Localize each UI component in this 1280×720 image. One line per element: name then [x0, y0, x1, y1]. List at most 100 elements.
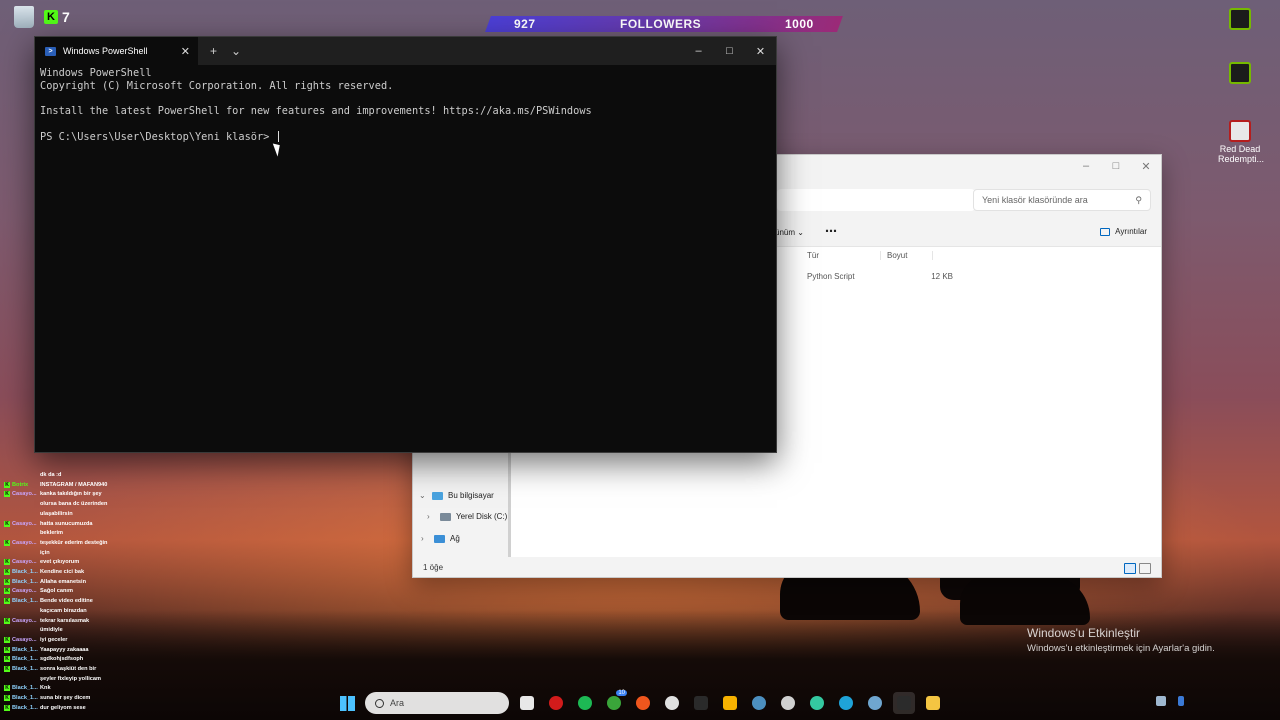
- navigation-pane[interactable]: ⌄ Bu bilgisayar › Yerel Disk (C:) › Ağ: [413, 443, 511, 557]
- minimize-button[interactable]: –: [1071, 155, 1101, 177]
- taskbar-app[interactable]: [719, 692, 741, 714]
- desktop-icon-geforce[interactable]: [1218, 62, 1262, 87]
- chat-text: hatta sunucumuzda: [40, 520, 93, 527]
- taskbar-app[interactable]: 10: [603, 690, 627, 714]
- maximize-button[interactable]: □: [1101, 155, 1131, 177]
- terminal-line: Copyright (C) Microsoft Corporation. All…: [40, 79, 394, 92]
- chat-message: dk da :d: [4, 471, 144, 481]
- tiles-view-button[interactable]: [1139, 563, 1151, 574]
- chat-username: Casayo...: [12, 491, 37, 498]
- taskbar-app[interactable]: [835, 692, 857, 714]
- followers-label: FOLLOWERS: [619, 17, 701, 31]
- chat-message: K Casayo... iyi geceler: [4, 636, 144, 646]
- nav-item-network[interactable]: › Ağ: [421, 534, 460, 543]
- xbox-icon: [607, 696, 621, 710]
- taskbar-app[interactable]: [748, 692, 770, 714]
- taskbar-app[interactable]: [777, 692, 799, 714]
- taskbar-app[interactable]: [574, 692, 596, 714]
- kick-badge-icon: K: [4, 636, 10, 643]
- taskbar-app[interactable]: [516, 692, 538, 714]
- new-tab-icon[interactable]: +: [210, 44, 217, 58]
- kick-badge-icon: K: [4, 539, 10, 546]
- mic-tray-icon[interactable]: [1178, 696, 1184, 706]
- steam-alt-icon: [868, 696, 882, 710]
- desktop-icon-nvidia[interactable]: [1218, 8, 1262, 33]
- taskbar-app[interactable]: [893, 692, 915, 714]
- kick-badge-icon: K: [4, 598, 10, 605]
- chevron-down-icon[interactable]: ⌄: [419, 491, 427, 500]
- tab-powershell[interactable]: > Windows PowerShell ✕: [35, 37, 198, 65]
- network-tray-icon[interactable]: [1156, 696, 1166, 706]
- taskbar-search-input[interactable]: Ara: [365, 692, 509, 714]
- maximize-button[interactable]: □: [714, 37, 745, 65]
- details-pane-button[interactable]: Ayrıntılar: [1100, 227, 1147, 236]
- kick-icon: K: [44, 10, 58, 24]
- details-view-button[interactable]: [1124, 563, 1136, 574]
- geforce-icon: [1229, 62, 1251, 84]
- chat-text: Kendine cici bak: [40, 569, 85, 576]
- taskbar-app[interactable]: [864, 692, 886, 714]
- folder-icon: [926, 696, 940, 710]
- steam-icon: [752, 696, 766, 710]
- chat-message: ümidiyle: [4, 626, 144, 636]
- powershell-window[interactable]: > Windows PowerShell ✕ + ⌄ – □ ✕ Windows…: [34, 36, 777, 453]
- nav-item-this-pc[interactable]: ⌄ Bu bilgisayar: [419, 491, 494, 500]
- more-options-button[interactable]: ⋯: [825, 224, 837, 238]
- nvidia-icon: [1229, 8, 1251, 30]
- file-list-empty-area[interactable]: [511, 443, 1161, 557]
- kick-badge-icon: K: [4, 520, 10, 527]
- nav-item-local-disk[interactable]: › Yerel Disk (C:): [427, 512, 507, 521]
- terminal-titlebar[interactable]: > Windows PowerShell ✕ + ⌄ – □ ✕: [35, 37, 776, 65]
- kick-badge-icon: K: [4, 491, 10, 498]
- chat-message: K Black_1... Bende video editine: [4, 597, 144, 607]
- chat-indent: [4, 529, 10, 539]
- address-bar[interactable]: [777, 189, 975, 211]
- taskbar-search-placeholder: Ara: [390, 698, 405, 708]
- chat-message: olursa bana dc üzerinden: [4, 500, 144, 510]
- chevron-right-icon[interactable]: ›: [427, 512, 435, 521]
- column-header-type[interactable]: Tür: [801, 251, 881, 260]
- desktop-icon-red-dead[interactable]: Red Dead Redempti...: [1218, 120, 1264, 165]
- taskbar-app[interactable]: [690, 692, 712, 714]
- chat-username: Casayo...: [12, 559, 37, 566]
- terminal-prompt[interactable]: PS C:\Users\User\Desktop\Yeni klasör>: [40, 130, 771, 144]
- followers-current: 927: [514, 17, 536, 31]
- terminal-line: ​: [40, 92, 771, 105]
- chat-message: K Black_1... Kendine cici bak: [4, 568, 144, 578]
- chat-message: ulaşabilirsin: [4, 510, 144, 520]
- kick-viewer-count: 7: [62, 9, 70, 25]
- start-button[interactable]: [336, 692, 358, 714]
- taskbar-app[interactable]: [632, 692, 654, 714]
- chevron-down-icon: ⌄: [797, 228, 804, 237]
- close-button[interactable]: ✕: [1131, 155, 1161, 177]
- column-header-size[interactable]: Boyut: [881, 251, 933, 260]
- chat-username: [12, 626, 38, 636]
- view-menu-button[interactable]: ünüm ⌄: [775, 228, 804, 237]
- terminal-output[interactable]: Windows PowerShell Copyright (C) Microsof…: [40, 67, 771, 447]
- watermark-subtitle: Windows'u etkinleştirmek için Ayarlar'a …: [1027, 643, 1215, 654]
- taskbar-app[interactable]: [661, 692, 683, 714]
- terminal-line: Windows PowerShell: [40, 67, 152, 79]
- chevron-right-icon[interactable]: ›: [421, 534, 429, 543]
- chat-text: ümidiyle: [40, 627, 63, 634]
- chat-message: K Casayo... kanka takıldığın bir şey: [4, 490, 144, 500]
- chevron-down-icon[interactable]: ⌄: [231, 44, 241, 58]
- taskbar-app[interactable]: [806, 692, 828, 714]
- chat-username: [12, 529, 38, 539]
- spotify-icon: [578, 696, 592, 710]
- details-pane-icon: [1100, 227, 1111, 236]
- close-tab-icon[interactable]: ✕: [181, 45, 190, 58]
- recycle-bin-icon[interactable]: [14, 6, 34, 28]
- chat-message: için: [4, 549, 144, 559]
- chat-username: Casayo...: [12, 636, 37, 643]
- taskbar-app[interactable]: [545, 692, 567, 714]
- taskbar-app[interactable]: [922, 692, 944, 714]
- red-app-icon: [549, 696, 563, 710]
- followers-goal-bar: 927 FOLLOWERS 1000: [485, 16, 843, 32]
- file-row[interactable]: Python Script 12 KB: [775, 260, 1161, 281]
- chat-username: Black_1...: [12, 656, 38, 663]
- minimize-button[interactable]: –: [683, 37, 714, 65]
- chat-text: teşekkür ederim desteğin: [40, 539, 108, 546]
- close-button[interactable]: ✕: [745, 37, 776, 65]
- explorer-search-input[interactable]: Yeni klasör klasöründe ara ⚲: [973, 189, 1151, 211]
